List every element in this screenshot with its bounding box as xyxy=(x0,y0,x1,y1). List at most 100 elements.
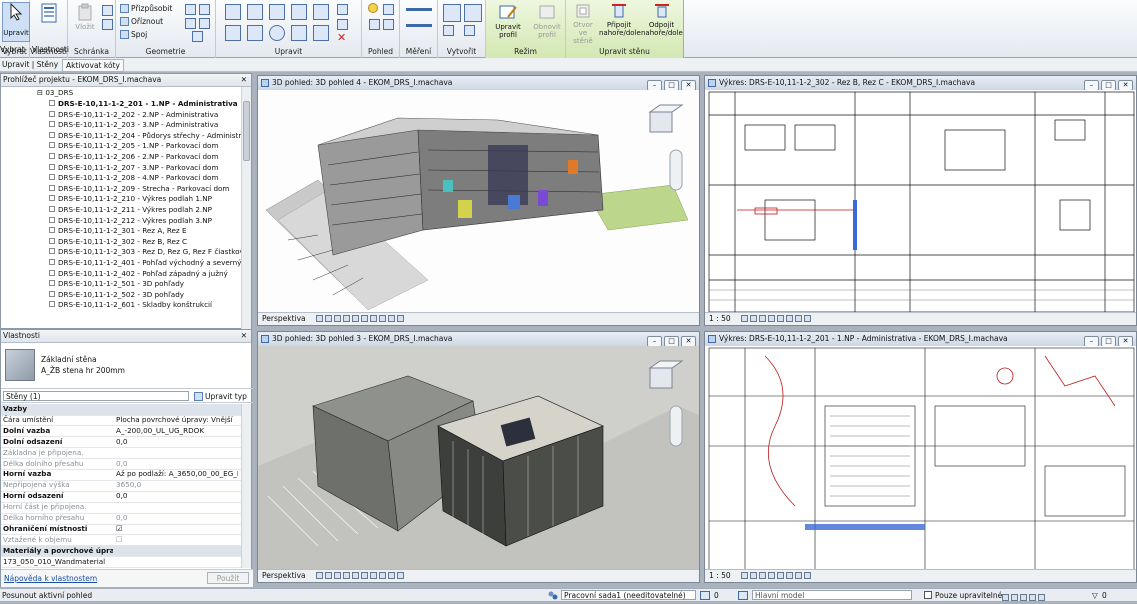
apply-button[interactable]: Použít xyxy=(207,572,249,584)
sun-path-icon[interactable] xyxy=(334,572,342,579)
trim-icon[interactable] xyxy=(313,4,329,20)
expand-icon[interactable] xyxy=(49,121,55,128)
detail-level-icon[interactable] xyxy=(741,572,749,579)
tree-item[interactable]: DRS-E-10,11-1-2_206 - 2.NP - Parkovací d… xyxy=(1,152,218,163)
editing-requests-icon[interactable] xyxy=(700,591,710,600)
crop-view-icon[interactable] xyxy=(777,572,785,579)
tree-item[interactable]: DRS-E-10,11-1-2_212 - Výkres podlah 3.NP xyxy=(1,216,212,227)
detail-level-icon[interactable] xyxy=(741,315,749,322)
temporary-hide-icon[interactable] xyxy=(795,572,803,579)
property-section[interactable]: Materiály a povrchové úpravy xyxy=(1,545,241,558)
adjust-button[interactable]: Přizpůsobit xyxy=(120,4,172,13)
shadows-icon[interactable] xyxy=(343,572,351,579)
expand-icon[interactable] xyxy=(49,259,55,265)
join-button[interactable]: Spoj xyxy=(120,30,147,39)
property-value[interactable]: ☑ xyxy=(116,524,238,535)
property-row[interactable]: Nepřipojená výška 3650,0 xyxy=(1,480,241,492)
property-value[interactable]: 0,0 xyxy=(116,437,238,448)
view-window-3d-3[interactable]: 3D pohled: 3D pohled 3 - EKOM_DRS_I.mach… xyxy=(257,331,700,583)
temporary-hide-icon[interactable] xyxy=(379,315,387,322)
wall-opening-button[interactable]: Otvor ve stěně xyxy=(568,3,598,45)
property-value[interactable]: 0,0 xyxy=(116,459,238,470)
tree-item[interactable]: DRS-E-10,11-1-2_301 - Rez A, Rez E xyxy=(1,226,187,237)
expand-icon[interactable] xyxy=(49,184,55,191)
tree-item[interactable]: DRS-E-10,11-1-2_502 - 3D pohľady xyxy=(1,290,184,301)
select-links-icon[interactable] xyxy=(1002,594,1009,601)
tree-item[interactable]: DRS-E-10,11-1-2_203 - 3.NP - Administrat… xyxy=(1,120,218,131)
copy-element-icon[interactable] xyxy=(247,25,263,41)
expand-icon[interactable] xyxy=(49,195,55,202)
show-crop-icon[interactable] xyxy=(370,315,378,322)
tree-folder[interactable]: ⊟ 03_DRS xyxy=(1,88,73,99)
property-row[interactable]: Dolní odsazení 0,0 xyxy=(1,437,241,449)
view-window-sheet-201[interactable]: Výkres: DRS-E-10,11-1-2_201 - 1.NP - Adm… xyxy=(704,331,1137,583)
move-icon[interactable] xyxy=(225,25,241,41)
visual-style-icon[interactable] xyxy=(750,572,758,579)
cut-geometry-button[interactable]: Oříznout xyxy=(120,17,163,26)
expand-icon[interactable] xyxy=(49,110,55,117)
tree-item[interactable]: DRS-E-10,11-1-2_204 - Půdorys střechy - … xyxy=(1,131,241,142)
tree-item[interactable]: DRS-E-10,11-1-2_402 - Pohľad západný a j… xyxy=(1,269,228,280)
detail-level-icon[interactable] xyxy=(316,572,324,579)
crop-view-icon[interactable] xyxy=(777,315,785,322)
paste-button[interactable]: Vložit xyxy=(72,3,98,31)
tree-item[interactable]: DRS-E-10,11-1-2_601 - Skladby konštrukci… xyxy=(1,300,212,311)
expand-icon[interactable] xyxy=(49,237,55,244)
shadows-icon[interactable] xyxy=(343,315,351,322)
sheet-viewport[interactable] xyxy=(705,90,1136,313)
demolish-icon[interactable] xyxy=(199,18,210,29)
property-row[interactable]: Délka horního přesahu 0,0 xyxy=(1,513,241,525)
create-group-icon[interactable] xyxy=(443,25,454,36)
select-underlay-icon[interactable] xyxy=(1011,594,1018,601)
show-crop-icon[interactable] xyxy=(786,315,794,322)
visual-style-icon[interactable] xyxy=(325,572,333,579)
reveal-hidden-icon[interactable] xyxy=(388,572,396,579)
3d-viewport[interactable] xyxy=(258,346,699,570)
activate-dimensions-button[interactable]: Aktivovat kóty xyxy=(62,59,124,72)
editable-only-checkbox[interactable] xyxy=(924,591,932,599)
sheet-viewport[interactable] xyxy=(705,346,1136,570)
measure-icon[interactable] xyxy=(406,8,432,11)
hide-icon[interactable] xyxy=(383,4,394,15)
view-title-bar[interactable]: 3D pohled: 3D pohled 3 - EKOM_DRS_I.mach… xyxy=(258,332,699,347)
tree-item[interactable]: DRS-E-10,11-1-2_303 - Rez D, Rez G, Rez … xyxy=(1,247,241,258)
tree-item[interactable]: DRS-E-10,11-1-2_401 - Pohľad východný a … xyxy=(1,258,241,269)
show-crop-icon[interactable] xyxy=(786,572,794,579)
expand-icon[interactable] xyxy=(49,100,55,106)
design-options-icon[interactable] xyxy=(738,591,748,600)
property-section[interactable]: Vazby xyxy=(1,404,241,416)
tree-item[interactable]: DRS-E-10,11-1-2_210 - Výkres podlah 1.NP xyxy=(1,194,212,205)
tree-item[interactable]: DRS-E-10,11-1-2_205 - 1.NP - Parkovací d… xyxy=(1,141,218,152)
reveal-hidden-icon[interactable] xyxy=(804,572,812,579)
tree-item[interactable]: DRS-E-10,11-1-2_202 - 2.NP - Administrat… xyxy=(1,110,218,121)
expand-icon[interactable] xyxy=(49,248,55,255)
reset-profile-button[interactable]: Obnovit profil xyxy=(530,3,564,39)
detach-top-base-button[interactable]: Odpojit nahoře/dole xyxy=(641,3,683,37)
property-row[interactable]: Horní vazba Až po podlaží: A_3650,00_00_E… xyxy=(1,469,241,481)
type-selector[interactable]: Základní stěna A_ŽB stena hr 200mm xyxy=(1,343,253,389)
close-icon[interactable]: ✕ xyxy=(241,74,247,86)
split-face-icon[interactable] xyxy=(185,4,196,15)
split-icon[interactable] xyxy=(337,4,348,15)
wall-joins-icon[interactable] xyxy=(185,18,196,29)
reveal-hidden-icon[interactable] xyxy=(804,315,812,322)
properties-help-link[interactable]: Nápověda k vlastnostem xyxy=(4,574,97,583)
modify-button[interactable]: Upravit xyxy=(2,2,30,42)
expand-icon[interactable] xyxy=(49,163,55,170)
create-parts-icon[interactable] xyxy=(464,4,482,22)
view-title-bar[interactable]: Výkres: DRS-E-10,11-1-2_302 - Rez B, Rez… xyxy=(705,76,1136,91)
create-assembly-icon[interactable] xyxy=(443,4,461,22)
select-by-face-icon[interactable] xyxy=(1029,594,1036,601)
property-row[interactable]: Ohraničení místnosti ☑ xyxy=(1,524,241,536)
expand-icon[interactable] xyxy=(49,131,55,138)
drag-elements-icon[interactable] xyxy=(1038,594,1045,601)
active-workset-dropdown[interactable]: Pracovní sada1 (needitovatelné) xyxy=(561,590,696,600)
array-icon[interactable] xyxy=(291,25,307,41)
property-row[interactable]: Horní část je připojena. xyxy=(1,502,241,514)
navigation-bar[interactable] xyxy=(669,149,683,191)
shadows-icon[interactable] xyxy=(768,315,776,322)
3d-viewport[interactable] xyxy=(258,90,699,313)
property-value[interactable]: 3650,0 xyxy=(116,480,238,491)
mirror-axis-icon[interactable] xyxy=(269,4,285,20)
property-row[interactable]: 173_050_010_Wandmaterial xyxy=(1,557,241,568)
